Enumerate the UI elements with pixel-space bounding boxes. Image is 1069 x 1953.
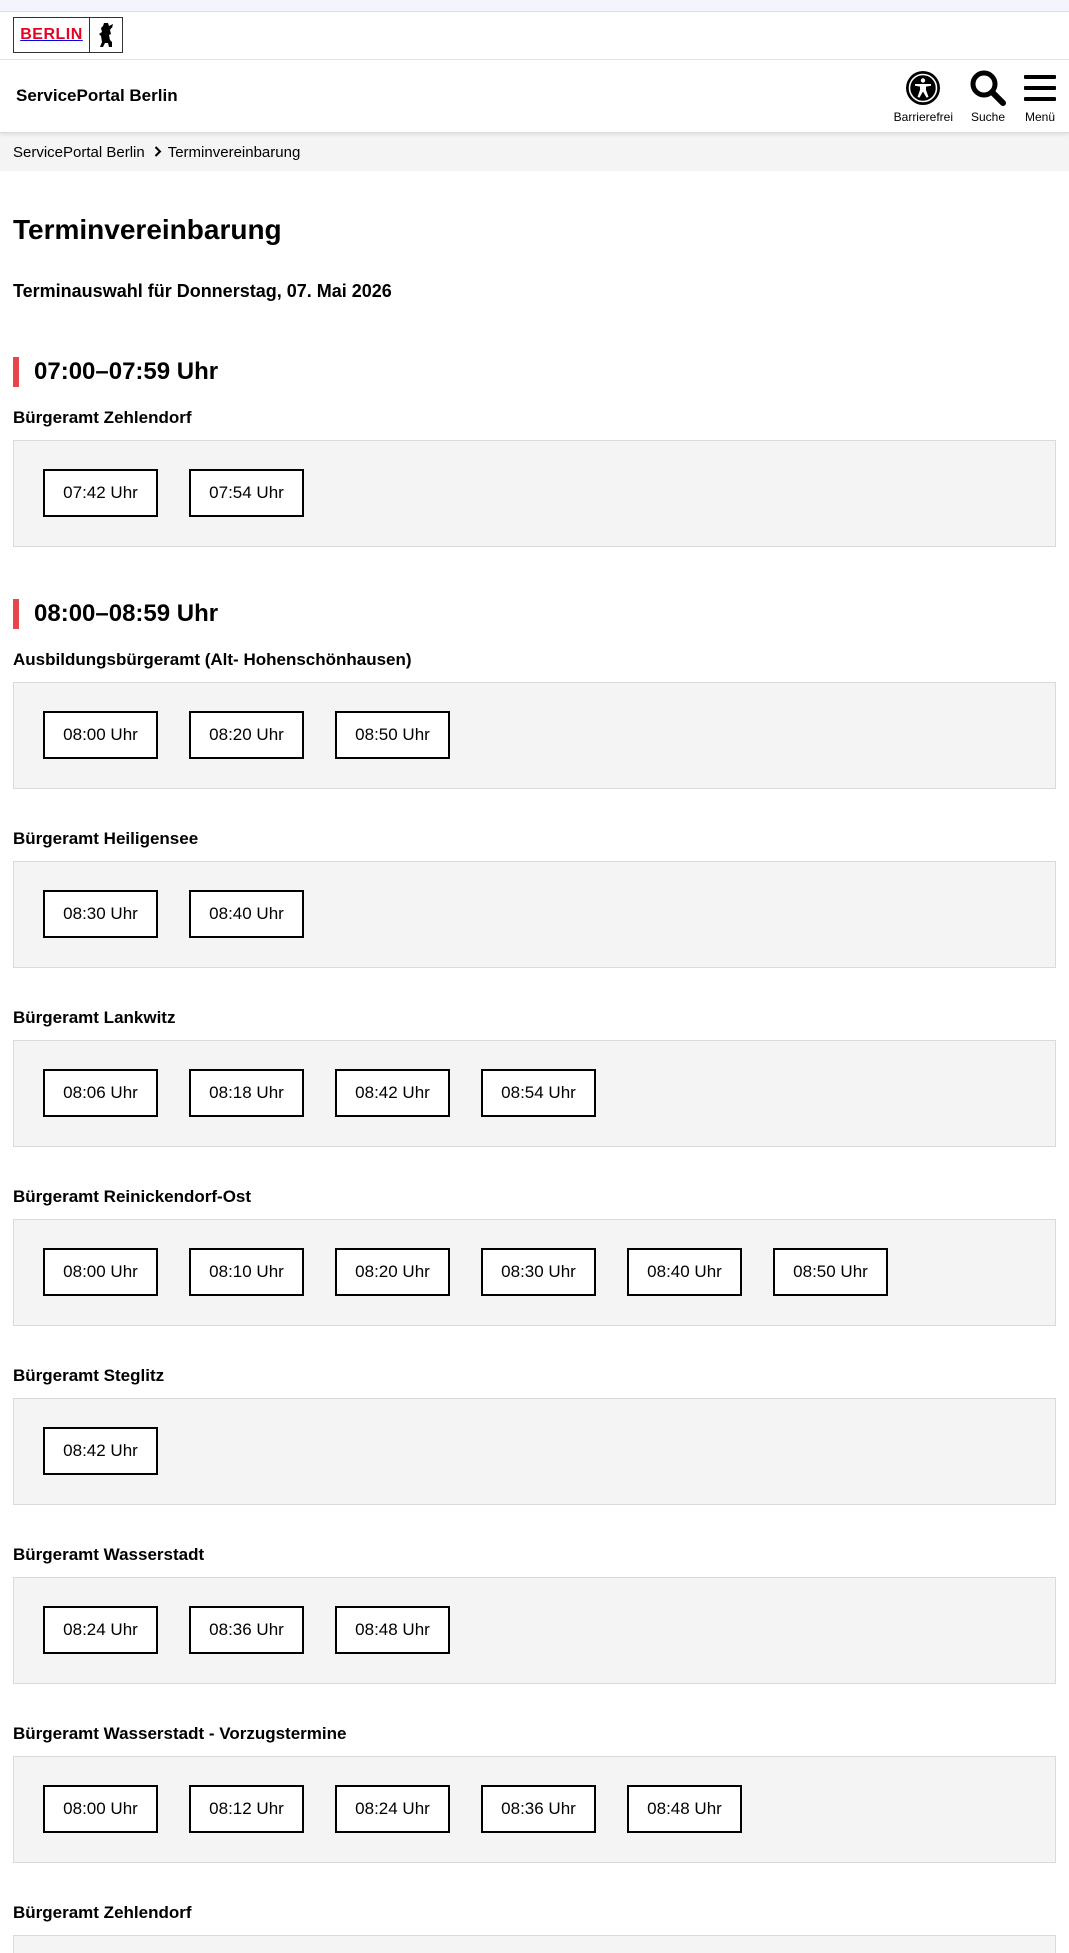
time-slot-button[interactable]: 08:06 Uhr: [43, 1068, 158, 1117]
time-slot-button[interactable]: 08:42 Uhr: [43, 1426, 158, 1475]
time-slot-button[interactable]: 08:12 Uhr: [189, 1784, 304, 1833]
accessibility-button[interactable]: Barrierefrei: [894, 68, 953, 124]
menu-button[interactable]: Menü: [1023, 68, 1057, 124]
slot-list: 08:00 Uhr 08:12 Uhr 08:24 Uhr 08:36 Uhr 08:4…: [13, 1755, 1056, 1863]
time-slot-button[interactable]: 08:50 Uhr: [773, 1247, 888, 1296]
time-slot-button[interactable]: 08:36 Uhr: [481, 1784, 596, 1833]
time-slot-button[interactable]: 08:24 Uhr: [43, 1605, 158, 1654]
office-block: Bürgeramt Wasserstadt - Vorzugstermine 08…: [13, 1724, 1056, 1863]
time-slot-button[interactable]: 08:18 Uhr: [189, 1068, 304, 1117]
menu-icon: [1023, 68, 1057, 108]
time-slot-button[interactable]: 08:24 Uhr: [335, 1784, 450, 1833]
time-slot-button[interactable]: 08:54 Uhr: [481, 1068, 596, 1117]
time-slot-group: 08:00–08:59 Uhr Ausbildungsbürgeramt (Alt…: [13, 598, 1056, 1953]
time-slot-group: 07:00–07:59 Uhr Bürgeramt Zehlendorf 07:42…: [13, 356, 1056, 547]
office-name: Bürgeramt Wasserstadt - Vorzugstermine: [13, 1723, 347, 1743]
office-block: Bürgeramt Wasserstadt 08:24 Uhr 08:36 Uhr 0…: [13, 1545, 1056, 1684]
office-name: Bürgeramt Lankwitz: [13, 1007, 176, 1027]
search-button[interactable]: Suche: [969, 68, 1007, 124]
header-tools: Barrierefrei Suche Menü: [894, 68, 1057, 124]
site-header: ServicePortal Berlin Barrierefrei Suche: [0, 60, 1069, 133]
search-label: Suche: [970, 110, 1006, 124]
time-slot-button[interactable]: 08:20 Uhr: [189, 710, 304, 759]
logo-bar: BERLIN: [0, 12, 1069, 60]
office-block: Bürgeramt Lankwitz 08:06 Uhr 08:18 Uhr 08:4…: [13, 1008, 1056, 1147]
top-strip: [0, 0, 1069, 12]
breadcrumb-item-current: Terminvereinbarung: [167, 143, 301, 161]
time-range-heading: 07:00–07:59 Uhr: [13, 356, 1056, 387]
time-slot-button[interactable]: 08:00 Uhr: [43, 1784, 158, 1833]
time-slot-button[interactable]: 08:40 Uhr: [627, 1247, 742, 1296]
bear-icon: [90, 18, 122, 52]
accessibility-icon: [905, 68, 941, 108]
office-name: Ausbildungsbürgeramt (Alt- Hohenschönhau…: [13, 649, 412, 669]
time-slot-button[interactable]: 08:36 Uhr: [189, 1605, 304, 1654]
time-slot-button[interactable]: 08:48 Uhr: [335, 1605, 450, 1654]
time-slot-button[interactable]: 08:00 Uhr: [43, 1247, 158, 1296]
office-block: Ausbildungsbürgeramt (Alt- Hohenschönhau…: [13, 650, 1056, 789]
office-block: Bürgeramt Steglitz 08:42 Uhr: [13, 1366, 1056, 1505]
office-name: Bürgeramt Wasserstadt: [13, 1544, 205, 1564]
slot-list: 08:06 Uhr 08:18 Uhr 08:42 Uhr 08:54 Uhr: [13, 1039, 1056, 1147]
time-slot-button[interactable]: 07:54 Uhr: [189, 468, 304, 517]
date-line: Terminauswahl für Donnerstag, 07. Mai 20…: [13, 280, 392, 301]
office-name: Bürgeramt Zehlendorf: [13, 407, 192, 427]
time-slot-button[interactable]: 08:20 Uhr: [335, 1247, 450, 1296]
time-slot-button[interactable]: 08:50 Uhr: [335, 710, 450, 759]
breadcrumb: ServicePortal Berlin Terminvereinbarung: [0, 133, 1069, 171]
slot-list: 08:24 Uhr 08:36 Uhr 08:48 Uhr: [13, 1576, 1056, 1684]
slot-list: 08:00 Uhr 08:10 Uhr 08:20 Uhr 08:30 Uhr 08:4…: [13, 1218, 1056, 1326]
page-title: Terminvereinbarung: [13, 214, 282, 245]
office-name: Bürgeramt Steglitz: [13, 1365, 165, 1385]
menu-label: Menü: [1024, 110, 1056, 124]
office-block: Bürgeramt Reinickendorf-Ost 08:00 Uhr 08:1…: [13, 1187, 1056, 1326]
site-title[interactable]: ServicePortal Berlin: [16, 86, 178, 106]
office-name: Bürgeramt Zehlendorf: [13, 1902, 192, 1922]
chevron-right-icon: [154, 144, 162, 161]
slot-list: 08:00 Uhr 08:20 Uhr 08:50 Uhr: [13, 681, 1056, 789]
time-range-heading: 08:00–08:59 Uhr: [13, 598, 1056, 629]
time-slot-button[interactable]: 08:30 Uhr: [43, 889, 158, 938]
slot-list: 08:06 Uhr08:18 Uhr08:30 Uhr08:42 Uhr08:5…: [13, 1934, 1056, 1953]
berlin-logo[interactable]: BERLIN: [13, 17, 123, 53]
time-slot-button[interactable]: 08:48 Uhr: [627, 1784, 742, 1833]
office-block: Bürgeramt Heiligensee 08:30 Uhr 08:40 Uhr: [13, 829, 1056, 968]
time-slot-button[interactable]: 08:42 Uhr: [335, 1068, 450, 1117]
logo-wordmark: BERLIN: [14, 18, 90, 52]
time-slot-button[interactable]: 08:10 Uhr: [189, 1247, 304, 1296]
slot-list: 07:42 Uhr 07:54 Uhr: [13, 439, 1056, 547]
slot-list: 08:42 Uhr: [13, 1397, 1056, 1505]
time-slot-button[interactable]: 08:00 Uhr: [43, 710, 158, 759]
main-content: Terminvereinbarung Terminauswahl für Don…: [0, 213, 1069, 1953]
office-name: Bürgeramt Heiligensee: [13, 828, 199, 848]
search-icon: [969, 68, 1007, 108]
slot-groups: 07:00–07:59 Uhr Bürgeramt Zehlendorf 07:42…: [13, 356, 1056, 1953]
accessibility-label: Barrierefrei: [893, 110, 953, 124]
slot-list: 08:30 Uhr 08:40 Uhr: [13, 860, 1056, 968]
time-slot-button[interactable]: 08:30 Uhr: [481, 1247, 596, 1296]
time-slot-button[interactable]: 07:42 Uhr: [43, 468, 158, 517]
breadcrumb-item-home[interactable]: ServicePortal Berlin: [13, 144, 145, 161]
office-block: Bürgeramt Zehlendorf 07:42 Uhr 07:54 Uhr: [13, 408, 1056, 547]
time-slot-button[interactable]: 08:40 Uhr: [189, 889, 304, 938]
office-name: Bürgeramt Reinickendorf-Ost: [13, 1186, 252, 1206]
office-block: Bürgeramt Zehlendorf 08:06 Uhr08:18 Uhr08…: [13, 1903, 1056, 1953]
